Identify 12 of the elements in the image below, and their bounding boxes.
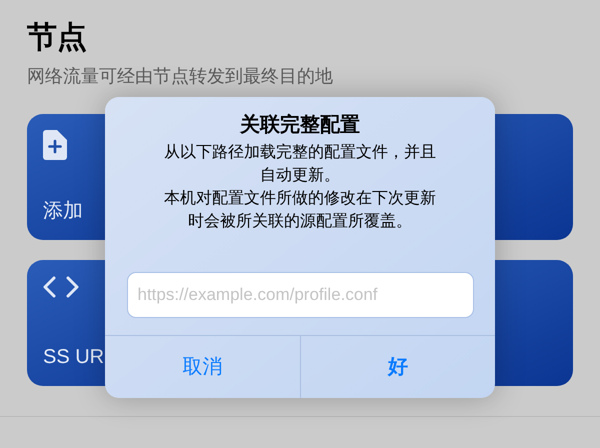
url-field[interactable]: https://example.com/profile.conf xyxy=(126,272,474,318)
dialog-message: 从以下路径加载完整的配置文件，并且自动更新。 xyxy=(163,142,437,186)
cancel-button[interactable]: 取消 xyxy=(105,336,300,398)
dialog-message: 本机对配置文件所做的修改在下次更新时会被所关联的源配置所覆盖。 xyxy=(163,188,437,232)
ok-button[interactable]: 好 xyxy=(300,336,495,398)
code-icon xyxy=(43,276,79,298)
page-title: 节点 xyxy=(27,20,88,56)
card-label: 添加 xyxy=(43,199,83,224)
card-label: SS UR xyxy=(43,345,104,370)
page-subtitle: 网络流量可经由节点转发到最终目的地 xyxy=(27,65,333,88)
dialog-title: 关联完整配置 xyxy=(240,112,360,138)
document-plus-icon xyxy=(43,130,67,160)
